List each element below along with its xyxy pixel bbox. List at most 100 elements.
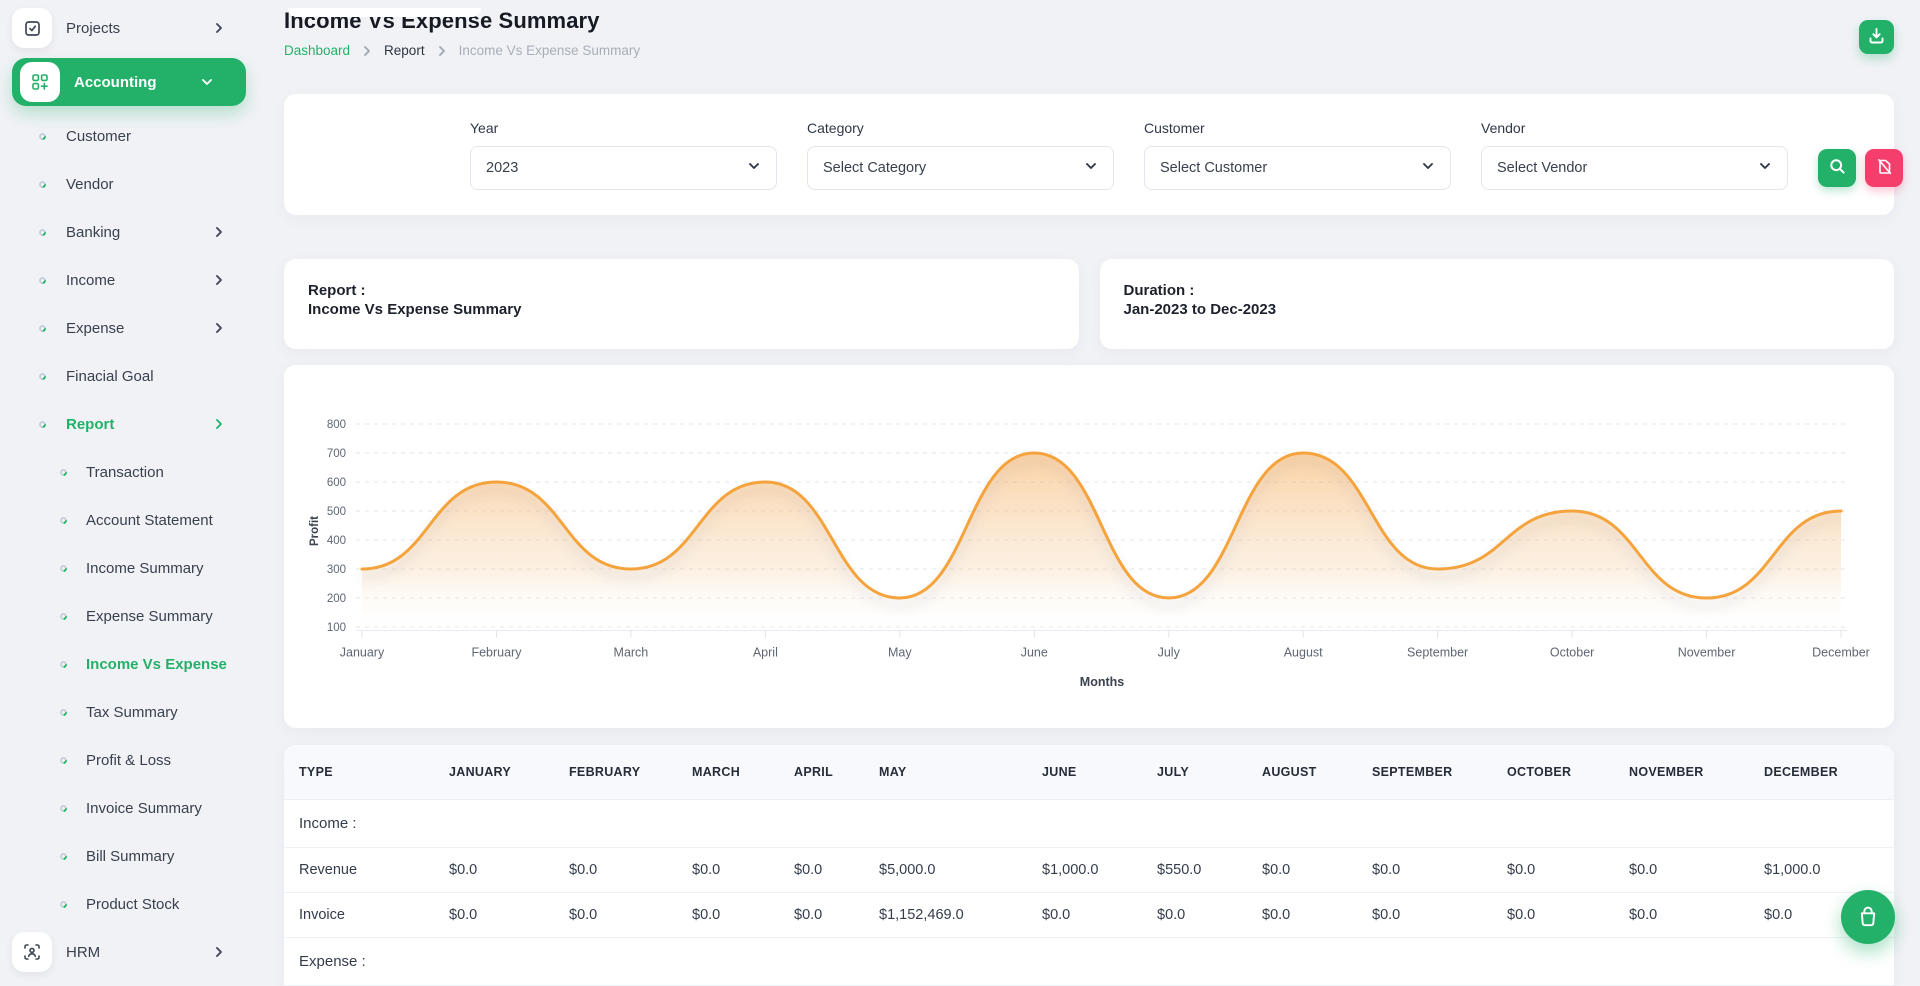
svg-text:700: 700 (327, 448, 346, 460)
reset-filter-button[interactable] (1865, 149, 1903, 187)
vendor-selected-value: Select Vendor (1497, 160, 1587, 176)
svg-text:June: June (1021, 646, 1048, 660)
shopping-bag-icon (1855, 903, 1881, 932)
income-expense-table-card: TYPEJANUARYFEBRUARYMARCHAPRILMAYJUNEJULY… (284, 745, 1894, 986)
bullet-icon (59, 803, 69, 813)
apply-filter-button[interactable] (1818, 149, 1856, 187)
bullet-icon (59, 755, 69, 765)
sidebar-item-product-stock[interactable]: Product Stock (0, 880, 258, 928)
bullet-icon (38, 323, 48, 333)
sidebar-item-income-vs-expense[interactable]: Income Vs Expense (0, 640, 258, 688)
chevron-right-icon (212, 321, 226, 335)
sidebar-item-label: Tax Summary (86, 704, 178, 721)
category-select[interactable]: Select Category (807, 146, 1114, 190)
bullet-icon (59, 515, 69, 525)
column-header-october: OCTOBER (1492, 745, 1614, 799)
income-vs-expense-area-chart: 800700600500400300200100 JanuaryFebruary… (284, 365, 1894, 728)
sidebar-item-label: Product Stock (86, 896, 179, 913)
filter-field-vendor: Vendor Select Vendor (1481, 120, 1788, 190)
vendor-select[interactable]: Select Vendor (1481, 146, 1788, 190)
svg-text:November: November (1678, 646, 1736, 660)
filter-field-year: Year2023 (470, 120, 777, 190)
svg-text:400: 400 (327, 535, 346, 547)
filter-form: Year2023 CategorySelect Category CustomerS… (470, 120, 1903, 190)
sidebar-item-bill-summary[interactable]: Bill Summary (0, 832, 258, 880)
sidebar-item-accounting[interactable]: Accounting (12, 58, 246, 106)
bullet-icon (38, 275, 48, 285)
sidebar-item-finacial-goal[interactable]: Finacial Goal (0, 352, 258, 400)
column-header-may: MAY (864, 745, 1027, 799)
sidebar: ProjectsAccountingCustomerVendorBankingI… (0, 0, 258, 963)
column-header-september: SEPTEMBER (1357, 745, 1492, 799)
column-header-march: MARCH (677, 745, 779, 799)
column-header-july: JULY (1142, 745, 1247, 799)
sidebar-item-invoice-summary[interactable]: Invoice Summary (0, 784, 258, 832)
sidebar-item-label: Projects (66, 20, 120, 37)
sidebar-item-label: Customer (66, 128, 131, 145)
svg-text:February: February (471, 646, 522, 660)
filter-field-customer: CustomerSelect Customer (1144, 120, 1451, 190)
column-header-april: APRIL (779, 745, 864, 799)
summary-cards-row: Report : Income Vs Expense Summary Durat… (284, 259, 1894, 349)
breadcrumb-link-report[interactable]: Report (384, 43, 425, 58)
bullet-icon (59, 707, 69, 717)
sidebar-item-account-statement[interactable]: Account Statement (0, 496, 258, 544)
scrolled-card-edge (288, 8, 481, 17)
sidebar-item-label: Profit & Loss (86, 752, 171, 769)
breadcrumb-link-dashboard[interactable]: Dashboard (284, 43, 350, 58)
table-section-expense: Expense : (284, 937, 1894, 985)
category-selected-value: Select Category (823, 160, 926, 176)
sidebar-item-label: Income Summary (86, 560, 204, 577)
svg-text:July: July (1158, 646, 1181, 660)
vendor-label: Vendor (1481, 120, 1788, 136)
svg-text:March: March (614, 646, 649, 660)
chart-area-fill (362, 453, 1841, 631)
customer-select[interactable]: Select Customer (1144, 146, 1451, 190)
customer-selected-value: Select Customer (1160, 160, 1267, 176)
sidebar-item-label: Bill Summary (86, 848, 174, 865)
chart-y-axis-labels: 800700600500400300200100 (327, 419, 346, 634)
chevron-down-icon (1084, 159, 1098, 177)
filter-card: Year2023 CategorySelect Category CustomerS… (284, 94, 1894, 215)
sidebar-item-expense-summary[interactable]: Expense Summary (0, 592, 258, 640)
shop-float-button[interactable] (1841, 890, 1895, 944)
report-label: Report : (308, 281, 1055, 300)
column-header-december: DECEMBER (1749, 745, 1894, 799)
sidebar-item-customer[interactable]: Customer (0, 112, 258, 160)
chart-x-axis-title: Months (1080, 675, 1124, 689)
chart-y-axis-title: Profit (309, 516, 321, 546)
apps-plus-icon (20, 62, 60, 102)
sidebar-item-hrm[interactable]: HRM (0, 928, 258, 976)
bullet-icon (59, 659, 69, 669)
sidebar-item-transaction[interactable]: Transaction (0, 448, 258, 496)
sidebar-item-label: Transaction (86, 464, 164, 481)
sidebar-item-report[interactable]: Report (0, 400, 258, 448)
year-select[interactable]: 2023 (470, 146, 777, 190)
sidebar-item-income-summary[interactable]: Income Summary (0, 544, 258, 592)
svg-text:100: 100 (327, 622, 346, 634)
svg-text:300: 300 (327, 564, 346, 576)
bullet-icon (59, 563, 69, 573)
bullet-icon (38, 371, 48, 381)
chart-x-axis-labels: JanuaryFebruaryMarchAprilMayJuneJulyAugu… (340, 646, 1870, 660)
sidebar-item-vendor[interactable]: Vendor (0, 160, 258, 208)
filter-field-category: CategorySelect Category (807, 120, 1114, 190)
sidebar-item-profit-loss[interactable]: Profit & Loss (0, 736, 258, 784)
svg-text:April: April (753, 646, 778, 660)
sidebar-item-income[interactable]: Income (0, 256, 258, 304)
sidebar-item-label: Income Vs Expense (86, 656, 227, 673)
sidebar-item-label: Expense (66, 320, 124, 337)
sidebar-item-projects[interactable]: Projects (0, 4, 258, 52)
sidebar-item-expense[interactable]: Expense (0, 304, 258, 352)
bullet-icon (59, 611, 69, 621)
sidebar-item-tax-summary[interactable]: Tax Summary (0, 688, 258, 736)
sidebar-item-banking[interactable]: Banking (0, 208, 258, 256)
bullet-icon (59, 851, 69, 861)
column-header-june: JUNE (1027, 745, 1142, 799)
svg-text:May: May (888, 646, 912, 660)
bullet-icon (59, 467, 69, 477)
download-button[interactable] (1859, 20, 1894, 54)
chevron-down-icon (747, 159, 761, 177)
bullet-icon (59, 899, 69, 909)
svg-text:800: 800 (327, 419, 346, 431)
